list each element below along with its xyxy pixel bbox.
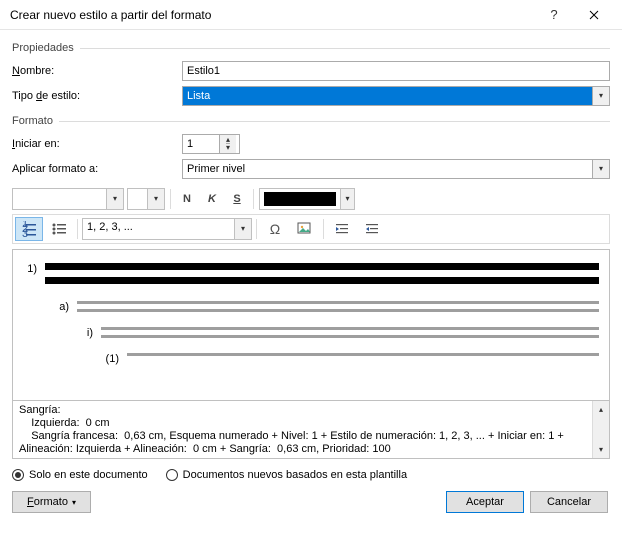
decrease-indent-button[interactable] bbox=[328, 217, 356, 241]
ok-button[interactable]: Aceptar bbox=[446, 491, 524, 513]
radio-label: Documentos nuevos basados en esta planti… bbox=[183, 469, 407, 481]
symbol-button[interactable]: Ω bbox=[261, 217, 289, 241]
radio-label: Solo en este documento bbox=[29, 469, 148, 481]
properties-group-label: Propiedades bbox=[12, 42, 80, 54]
apply-to-combo[interactable]: Primer nivel ▾ bbox=[182, 159, 610, 179]
new-documents-radio[interactable]: Documentos nuevos basados en esta planti… bbox=[166, 469, 407, 481]
close-button[interactable] bbox=[574, 1, 614, 29]
start-at-input[interactable] bbox=[183, 135, 219, 153]
underline-button[interactable]: S bbox=[226, 188, 248, 210]
numbered-list-button[interactable]: 123 bbox=[15, 217, 43, 241]
chevron-down-icon[interactable]: ▾ bbox=[592, 160, 609, 178]
only-this-document-radio[interactable]: Solo en este documento bbox=[12, 469, 148, 481]
number-format-combo[interactable]: 1, 2, 3, ... ▾ bbox=[82, 218, 252, 240]
chevron-down-icon[interactable]: ▾ bbox=[234, 219, 251, 239]
start-at-spinner[interactable]: ▴ ▾ bbox=[182, 134, 240, 154]
spin-down-icon[interactable]: ▾ bbox=[226, 144, 230, 152]
bold-button[interactable]: N bbox=[176, 188, 198, 210]
font-size-combo[interactable]: ▾ bbox=[127, 188, 165, 210]
increase-indent-button[interactable] bbox=[358, 217, 386, 241]
style-type-label: Tipo de estilo: bbox=[12, 90, 182, 102]
bulleted-list-button[interactable] bbox=[45, 217, 73, 241]
format-group-label: Formato bbox=[12, 115, 59, 127]
scroll-down-icon[interactable]: ▾ bbox=[593, 441, 609, 458]
format-menu-button[interactable]: Formato▾ Formato bbox=[12, 491, 91, 513]
start-at-label: IIniciar en:niciar en: bbox=[12, 138, 182, 150]
color-swatch-icon bbox=[264, 192, 336, 206]
cancel-button[interactable]: Cancelar bbox=[530, 491, 608, 513]
name-label: Nombre: bbox=[12, 65, 182, 77]
chevron-down-icon[interactable]: ▾ bbox=[592, 87, 609, 105]
font-color-combo[interactable]: ▾ bbox=[259, 188, 355, 210]
italic-button[interactable]: K bbox=[201, 188, 223, 210]
font-family-combo[interactable]: ▾ bbox=[12, 188, 124, 210]
description-box: Sangría: Izquierda: 0 cm Sangría frances… bbox=[12, 401, 610, 459]
svg-text:3: 3 bbox=[22, 228, 28, 237]
insert-picture-button[interactable] bbox=[291, 217, 319, 241]
apply-to-label: Aplicar formato a: bbox=[12, 163, 182, 175]
name-input[interactable] bbox=[182, 61, 610, 81]
chevron-down-icon[interactable]: ▾ bbox=[340, 189, 354, 209]
dialog-title: Crear nuevo estilo a partir del formato bbox=[10, 8, 534, 22]
scroll-up-icon[interactable]: ▴ bbox=[593, 401, 609, 418]
scrollbar[interactable]: ▴ ▾ bbox=[592, 401, 609, 458]
chevron-down-icon[interactable]: ▾ bbox=[106, 189, 123, 209]
preview-pane: 1) a) i) (1) bbox=[12, 249, 610, 401]
chevron-down-icon[interactable]: ▾ bbox=[147, 189, 164, 209]
help-button[interactable]: ? bbox=[534, 1, 574, 29]
style-type-combo[interactable]: Lista ▾ bbox=[182, 86, 610, 106]
